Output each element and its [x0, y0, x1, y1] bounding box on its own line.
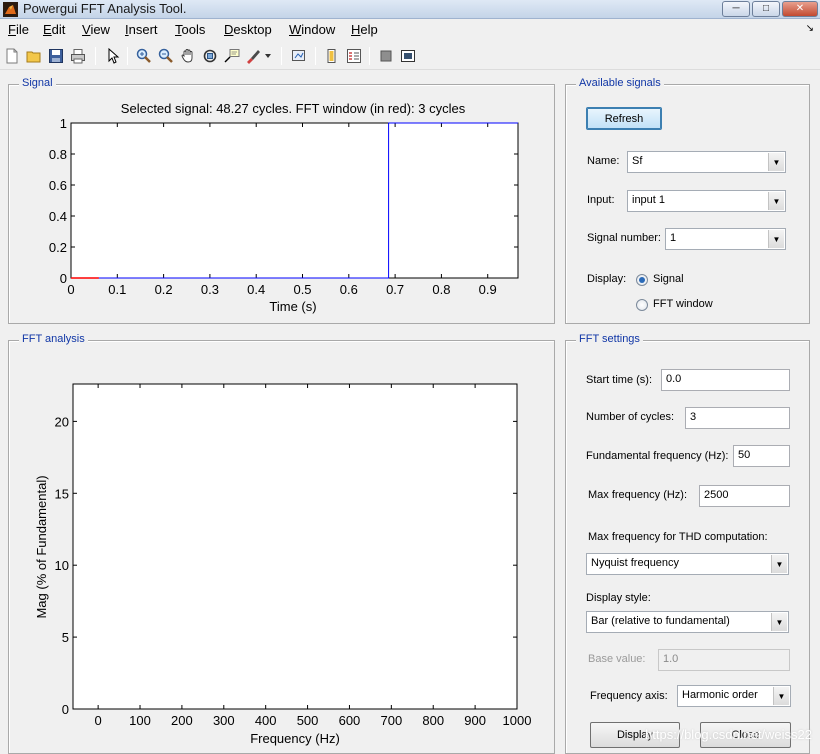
start-time-field[interactable]: 0.0: [661, 369, 790, 391]
cycles-field[interactable]: 3: [685, 407, 790, 429]
fft-y-tick-label: 15: [55, 486, 69, 501]
signal-x-axis-label: Time (s): [269, 299, 316, 314]
signal-number-value: 1: [670, 232, 677, 244]
display-style-select[interactable]: Bar (relative to fundamental) ▼: [586, 611, 789, 633]
signal-x-tick-label: 0.4: [247, 282, 265, 297]
base-value-field[interactable]: 1.0: [658, 649, 790, 671]
signal-x-tick-label: 0.9: [479, 282, 497, 297]
watermark: https://blog.csdn.net/weiss22: [645, 727, 812, 742]
chevron-down-icon: ▼: [771, 555, 787, 573]
fft-x-tick-label: 800: [422, 713, 444, 728]
name-label: Name:: [587, 155, 620, 167]
maximize-button[interactable]: □: [752, 1, 780, 17]
name-select-value: Sf: [632, 155, 643, 167]
charts-layer: Selected signal: 48.27 cycles. FFT windo…: [34, 101, 532, 746]
dock-arrow-icon[interactable]: ↘: [806, 23, 814, 34]
signal-chart-title: Selected signal: 48.27 cycles. FFT windo…: [121, 101, 466, 116]
thd-select-value: Nyquist frequency: [591, 557, 680, 569]
thd-label: Max frequency for THD computation:: [588, 531, 768, 543]
close-window-button[interactable]: ✕: [782, 1, 818, 17]
base-value-label: Base value:: [588, 653, 646, 665]
chevron-down-icon: ▼: [773, 687, 789, 705]
frequency-axis-value: Harmonic order: [682, 689, 758, 701]
fft-x-tick-label: 100: [129, 713, 151, 728]
minimize-icon: ─: [732, 3, 740, 14]
display-fft-window-label: FFT window: [653, 298, 713, 310]
frequency-axis-label: Frequency axis:: [590, 690, 668, 702]
fft-chart: 0 100 200 300 400 500 600 700 800 900 1000 0 5 10 15 2…: [34, 383, 532, 746]
fft-y-tick-label: 10: [55, 558, 69, 573]
fundamental-label: Fundamental frequency (Hz):: [586, 450, 729, 462]
display-style-value: Bar (relative to fundamental): [591, 615, 730, 627]
fft-y-tick-label: 0: [62, 702, 69, 717]
chevron-down-icon: ▼: [768, 153, 784, 171]
fft-plot-area[interactable]: [72, 383, 518, 710]
fft-x-tick-label: 200: [171, 713, 193, 728]
display-label: Display:: [587, 273, 627, 285]
input-select[interactable]: input 1 ▼: [627, 190, 786, 212]
thd-select[interactable]: Nyquist frequency ▼: [586, 553, 789, 575]
signal-plot-area[interactable]: [70, 122, 519, 279]
signal-chart: Selected signal: 48.27 cycles. FFT windo…: [49, 101, 519, 314]
name-select[interactable]: Sf ▼: [627, 151, 786, 173]
available-signals-title: Available signals: [576, 77, 664, 89]
signal-y-tick-label: 0: [60, 271, 67, 286]
chevron-down-icon: ▼: [771, 613, 787, 631]
fft-x-tick-label: 600: [339, 713, 361, 728]
signal-x-tick-label: 0.2: [155, 282, 173, 297]
fft-y-axis-label: Mag (% of Fundamental): [34, 475, 49, 618]
signal-y-tick-label: 0.2: [49, 240, 67, 255]
input-label: Input:: [587, 194, 615, 206]
max-frequency-field[interactable]: 2500: [699, 485, 790, 507]
maximize-icon: □: [762, 3, 770, 14]
fft-y-tick-label: 20: [55, 414, 69, 429]
minimize-button[interactable]: ─: [722, 1, 750, 17]
fft-x-tick-label: 900: [464, 713, 486, 728]
fft-x-tick-label: 1000: [503, 713, 532, 728]
refresh-button[interactable]: Refresh: [586, 107, 662, 130]
fft-x-tick-label: 400: [255, 713, 277, 728]
signal-x-tick-label: 0.1: [108, 282, 126, 297]
signal-number-label: Signal number:: [587, 232, 661, 244]
fft-y-tick-label: 5: [62, 630, 69, 645]
signal-x-tick-label: 0.7: [386, 282, 404, 297]
cycles-label: Number of cycles:: [586, 411, 675, 423]
start-time-label: Start time (s):: [586, 374, 653, 386]
display-style-label: Display style:: [586, 592, 651, 604]
signal-y-tick-label: 0.4: [49, 209, 67, 224]
display-signal-label: Signal: [653, 273, 684, 285]
signal-x-tick-label: 0.8: [432, 282, 450, 297]
input-select-value: input 1: [632, 194, 666, 206]
signal-y-tick-label: 0.8: [49, 147, 67, 162]
frequency-axis-select[interactable]: Harmonic order ▼: [677, 685, 791, 707]
fft-x-tick-label: 0: [95, 713, 102, 728]
signal-x-tick-label: 0: [67, 282, 74, 297]
signal-number-select[interactable]: 1 ▼: [665, 228, 786, 250]
display-fft-window-radio[interactable]: [636, 299, 648, 311]
fft-settings-title: FFT settings: [576, 333, 643, 345]
fft-x-tick-label: 300: [213, 713, 235, 728]
signal-x-tick-label: 0.6: [340, 282, 358, 297]
chevron-down-icon: ▼: [768, 192, 784, 210]
fft-x-tick-label: 500: [297, 713, 319, 728]
fft-x-tick-label: 700: [380, 713, 402, 728]
signal-x-tick-label: 0.5: [293, 282, 311, 297]
signal-y-tick-label: 0.6: [49, 178, 67, 193]
fundamental-field[interactable]: 50: [733, 445, 790, 467]
display-signal-radio[interactable]: [636, 274, 648, 286]
signal-x-tick-label: 0.3: [201, 282, 219, 297]
close-icon: ✕: [795, 3, 805, 14]
fft-x-axis-label: Frequency (Hz): [250, 731, 340, 746]
max-frequency-label: Max frequency (Hz):: [588, 489, 688, 501]
signal-y-tick-label: 1: [60, 116, 67, 131]
chevron-down-icon: ▼: [768, 230, 784, 248]
